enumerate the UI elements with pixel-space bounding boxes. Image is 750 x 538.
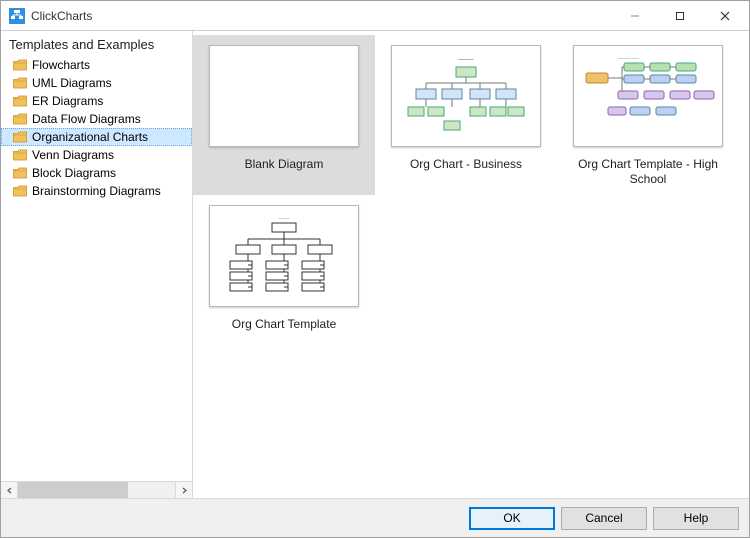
folder-icon — [13, 77, 27, 89]
template-thumbnail: ——— — [209, 205, 359, 307]
sidebar-item[interactable]: ER Diagrams — [1, 92, 192, 110]
sidebar-item[interactable]: Data Flow Diagrams — [1, 110, 192, 128]
sidebar-item[interactable]: Venn Diagrams — [1, 146, 192, 164]
svg-text:———: ——— — [278, 215, 290, 220]
sidebar-item-label: UML Diagrams — [32, 76, 112, 90]
template-thumbnail: ——— — [391, 45, 541, 147]
sidebar-item-label: Organizational Charts — [32, 130, 148, 144]
svg-text:——— ——: ——— —— — [618, 55, 639, 60]
titlebar: ClickCharts — [1, 1, 749, 31]
scroll-track[interactable] — [18, 482, 175, 498]
sidebar: Templates and Examples Flowcharts UML Di… — [1, 31, 193, 498]
folder-icon — [13, 149, 27, 161]
close-button[interactable] — [702, 2, 747, 30]
template-thumbnail — [209, 45, 359, 147]
folder-icon — [13, 59, 27, 71]
maximize-button[interactable] — [657, 2, 702, 30]
template-card[interactable]: ——— —— Org Chart Template - High School — [557, 35, 739, 195]
template-label: Org Chart - Business — [386, 157, 546, 172]
template-card[interactable]: Blank Diagram — [193, 35, 375, 195]
svg-text:———: ——— — [459, 57, 474, 63]
help-button[interactable]: Help — [653, 507, 739, 530]
template-label: Org Chart Template — [204, 317, 364, 332]
folder-icon — [13, 185, 27, 197]
template-label: Blank Diagram — [204, 157, 364, 172]
sidebar-item[interactable]: UML Diagrams — [1, 74, 192, 92]
window-title: ClickCharts — [31, 9, 612, 23]
scroll-right-icon[interactable] — [175, 482, 192, 498]
ok-button[interactable]: OK — [469, 507, 555, 530]
app-icon — [9, 8, 25, 24]
dialog-footer: OK Cancel Help — [1, 499, 749, 537]
folder-icon — [13, 95, 27, 107]
sidebar-item-label: Data Flow Diagrams — [32, 112, 141, 126]
template-thumbnail: ——— —— — [573, 45, 723, 147]
folder-icon — [13, 131, 27, 143]
category-tree: Flowcharts UML Diagrams ER Diagrams Data… — [1, 56, 192, 481]
scroll-left-icon[interactable] — [1, 482, 18, 498]
template-card[interactable]: ——— Org Chart - Business — [375, 35, 557, 195]
content-area: Templates and Examples Flowcharts UML Di… — [1, 31, 749, 499]
sidebar-item[interactable]: Block Diagrams — [1, 164, 192, 182]
sidebar-item[interactable]: Brainstorming Diagrams — [1, 182, 192, 200]
sidebar-item-label: ER Diagrams — [32, 94, 103, 108]
sidebar-item-label: Venn Diagrams — [32, 148, 114, 162]
sidebar-item-label: Flowcharts — [32, 58, 90, 72]
sidebar-item[interactable]: Organizational Charts — [1, 128, 192, 146]
template-card[interactable]: ——— — [193, 195, 375, 355]
cancel-button[interactable]: Cancel — [561, 507, 647, 530]
scroll-thumb[interactable] — [18, 482, 128, 498]
sidebar-item[interactable]: Flowcharts — [1, 56, 192, 74]
sidebar-header: Templates and Examples — [1, 31, 192, 56]
window: ClickCharts Templates and Examples Flowc… — [0, 0, 750, 538]
minimize-button[interactable] — [612, 2, 657, 30]
template-gallery: Blank Diagram ——— Org Chart - Business —… — [193, 31, 749, 498]
template-label: Org Chart Template - High School — [568, 157, 728, 187]
sidebar-item-label: Brainstorming Diagrams — [32, 184, 161, 198]
folder-icon — [13, 167, 27, 179]
sidebar-item-label: Block Diagrams — [32, 166, 116, 180]
folder-icon — [13, 113, 27, 125]
sidebar-scrollbar[interactable] — [1, 481, 192, 498]
